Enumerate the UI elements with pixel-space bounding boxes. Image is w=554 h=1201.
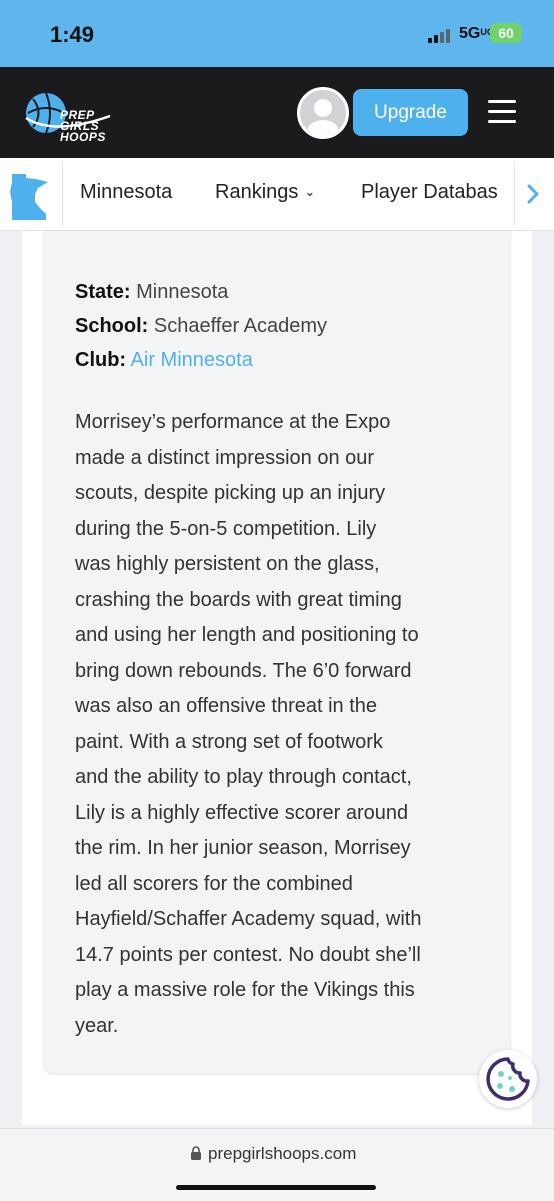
nav-item-minnesota[interactable]: Minnesota [80,181,172,204]
status-time: 1:49 [50,22,95,47]
minnesota-state-icon[interactable] [8,172,50,222]
school-value: Schaeffer Academy [153,315,327,337]
bio-line: paint. With a strong set of footwork [75,730,383,753]
school-row: School: Schaeffer Academy [75,315,327,338]
status-bar: 1:49 5GUC 60 [0,0,554,67]
state-value: Minnesota [136,281,229,303]
nav-scroll-right-button[interactable] [514,162,554,226]
bio-line: during the 5-on-5 competition. Lily [75,517,377,540]
url-text[interactable]: prepgirlshoops.com [208,1144,356,1164]
browser-address-bar[interactable] [0,1128,554,1201]
cellular-signal-icon [428,27,454,43]
bio-line: was also an offensive threat in the [75,695,378,717]
club-row: Club: Air Minnesota [75,349,253,372]
cookie-icon [486,1057,530,1101]
cookie-settings-button[interactable] [479,1050,537,1108]
bio-line: play a massive role for the Vikings this [75,979,415,1001]
bio-line: and using her length and positioning to [75,624,419,646]
bio-line: scouts, despite picking up an injury [75,482,386,504]
school-label: School: [75,315,149,337]
bio-line: the rim. In her junior season, Morrisey [75,837,411,859]
bio-line: bring down rebounds. The 6’0 forward [75,659,412,682]
state-row: State: Minnesota [75,281,228,304]
nav-divider [62,162,63,226]
player-bio: Morrisey’s performance at the Expo made … [75,405,495,1044]
chevron-right-icon [527,184,539,204]
battery-icon: 60 [490,23,522,43]
hamburger-menu-icon[interactable] [488,100,516,124]
club-link[interactable]: Air Minnesota [131,349,253,371]
nav-item-player-database[interactable]: Player Databas [361,181,498,204]
bio-line: Morrisey’s performance at the Expo [75,411,391,433]
bio-line: led all scorers for the combined [75,872,353,895]
bio-line: and the ability to play through contact, [75,766,412,788]
club-label: Club: [75,349,127,371]
bio-line: made a distinct impression on our [75,446,375,469]
logo-line-hoops: HOOPS [60,130,106,144]
avatar[interactable] [297,87,349,139]
avatar-icon [307,99,339,136]
network-type: 5GUC [459,25,494,42]
logo-icon[interactable]: PREP GIRLS HOOPS [24,88,114,143]
bio-line: year. [75,1014,119,1037]
battery-level: 60 [498,25,514,41]
bio-line: crashing the boards with great timing [75,588,402,611]
upgrade-button[interactable]: Upgrade [353,89,468,136]
nav-item-rankings[interactable]: Rankings ⌄ [215,181,315,204]
nav-item-label: Rankings [215,181,299,203]
home-indicator[interactable] [176,1185,376,1190]
bio-line: was highly persistent on the glass, [75,553,380,575]
bio-line: Hayfield/Schaffer Academy squad, with [75,908,422,930]
lock-icon [190,1146,202,1160]
bio-line: Lily is a highly effective scorer around [75,801,409,824]
state-label: State: [75,281,131,303]
chevron-down-icon: ⌄ [304,184,316,199]
bio-line: 14.7 points per contest. No doubt she’ll [75,943,421,966]
